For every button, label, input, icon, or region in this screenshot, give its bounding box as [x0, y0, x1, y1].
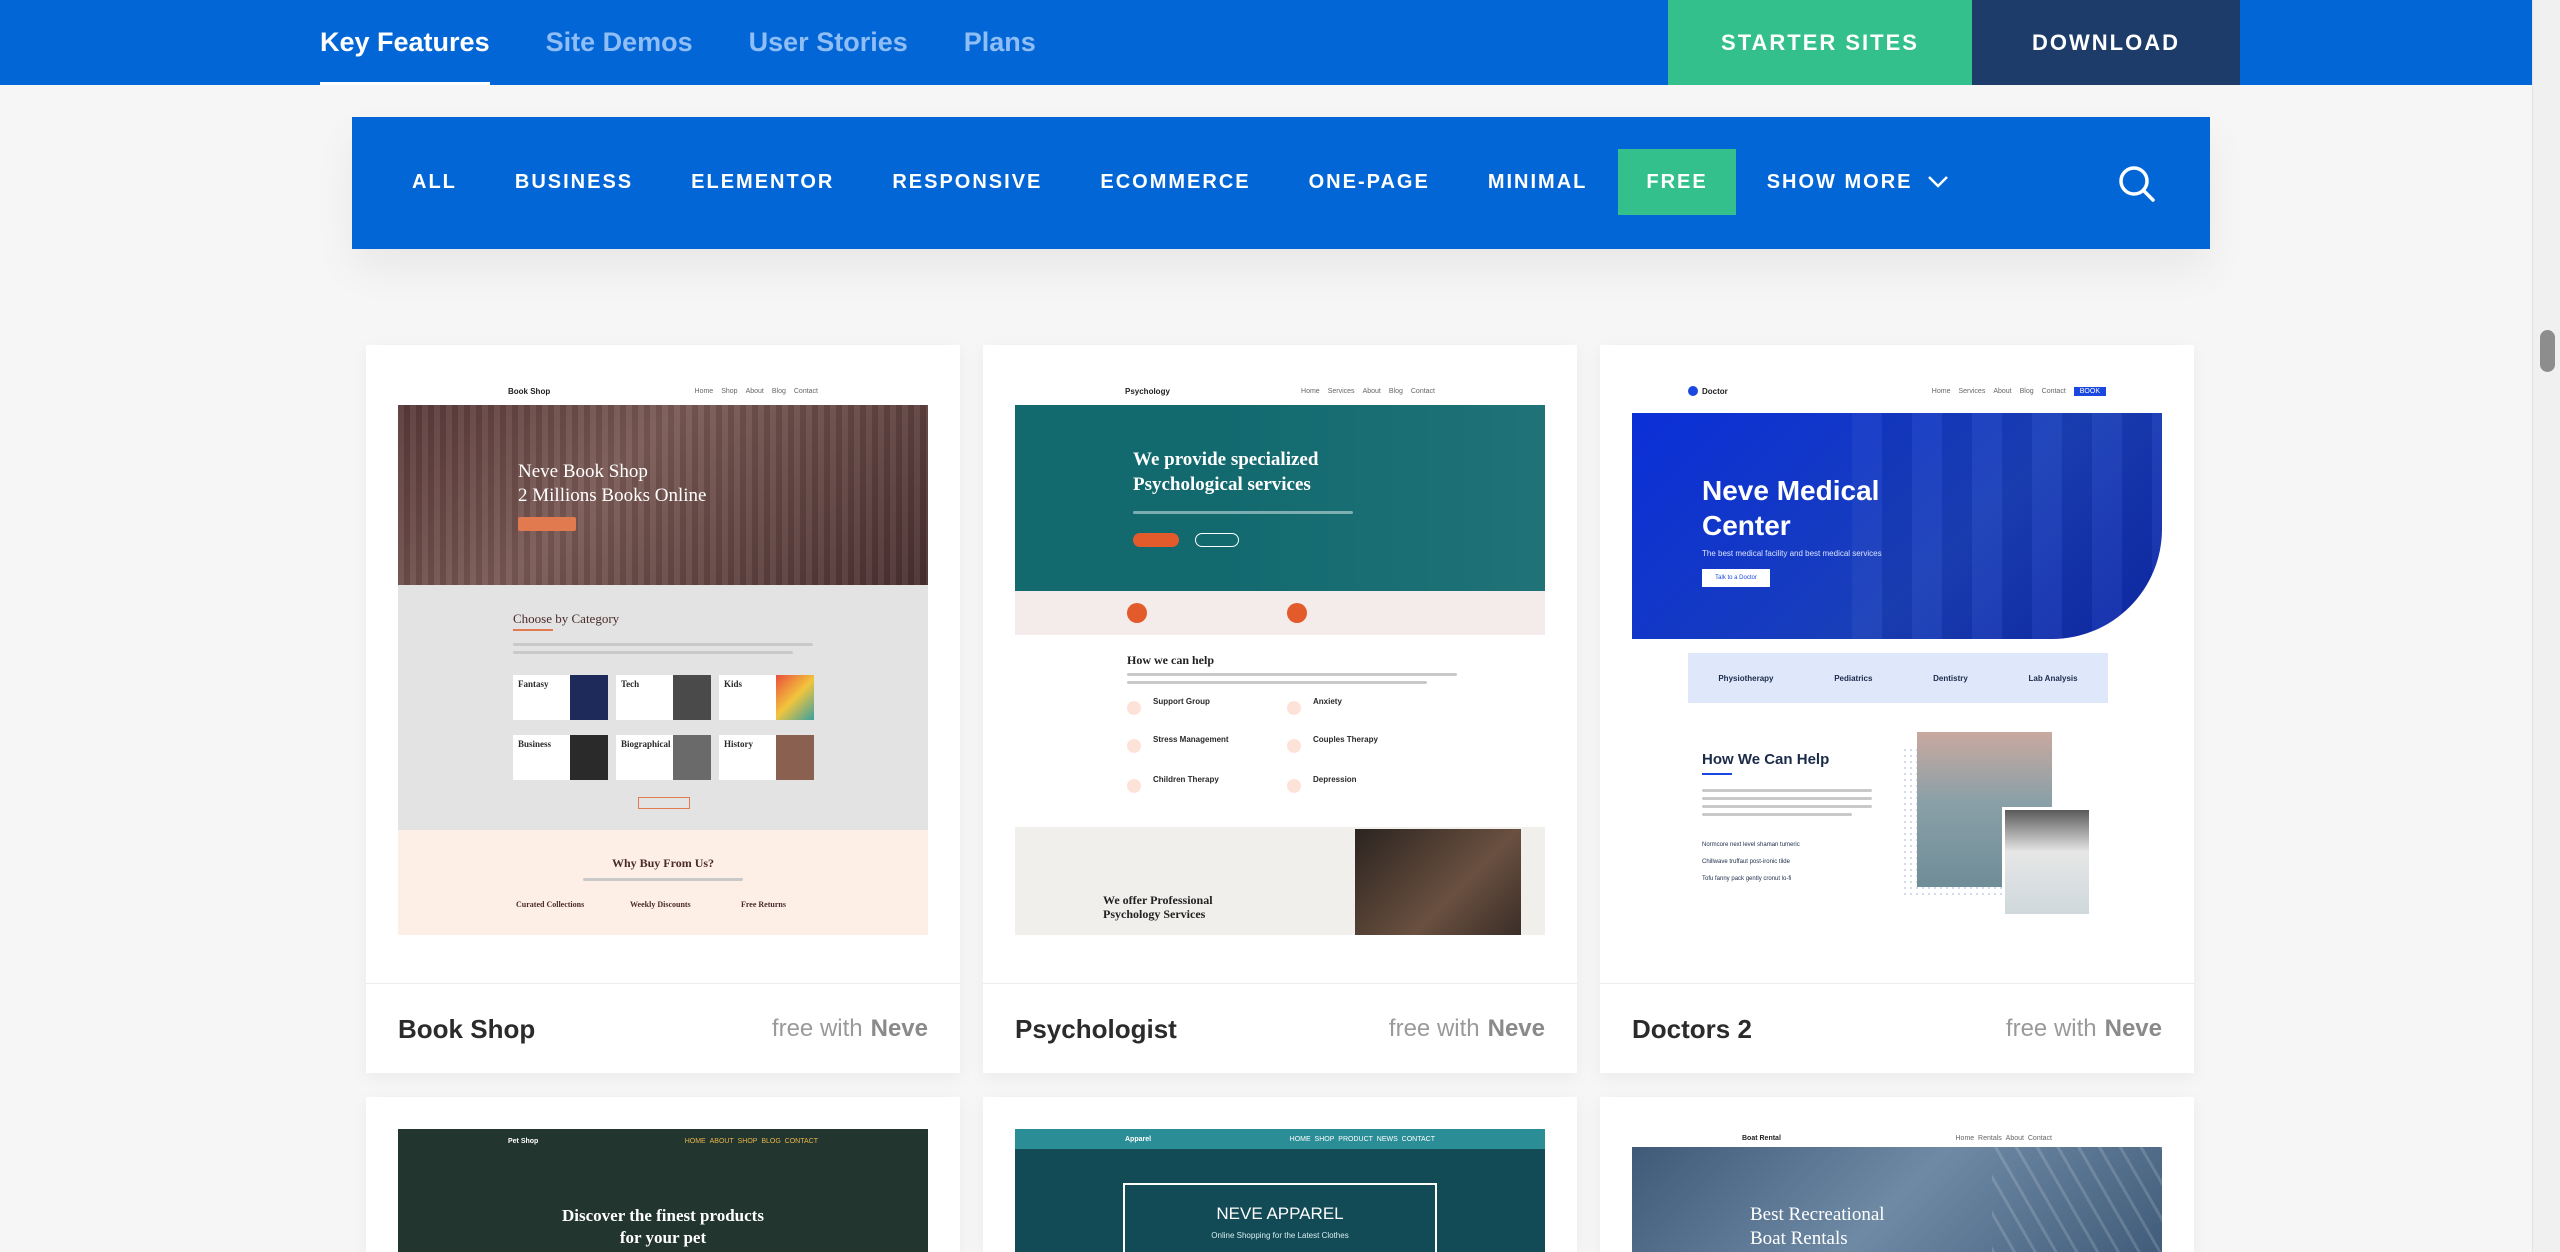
psych-help-title: How we can help [1127, 653, 1214, 667]
psych-hero-line1: We provide specialized [1133, 449, 1319, 470]
filter-responsive[interactable]: RESPONSIVE [863, 149, 1071, 215]
psych-photo [1355, 829, 1521, 935]
preview-logo: Book Shop [508, 386, 551, 396]
preview-logo: Apparel [1125, 1135, 1152, 1143]
filter-business[interactable]: BUSINESS [486, 149, 662, 215]
filter-ecommerce[interactable]: ECOMMERCE [1071, 149, 1279, 215]
download-button[interactable]: DOWNLOAD [1972, 0, 2240, 85]
site-price: free with Neve [2005, 1015, 2162, 1042]
site-card-psychologist[interactable]: Psychology Home Services About Blog Contact … [983, 345, 1577, 1073]
chevron-down-icon [1927, 176, 1948, 188]
doctor-hero-button: Talk to a Doctor [1702, 569, 1770, 587]
psych-offer-line1: We offer Professional [1103, 893, 1213, 907]
boat-hero-line2: Boat Rentals [1750, 1228, 1848, 1249]
top-navigation: Key Features Site Demos User Stories Pla… [0, 0, 2532, 85]
apparel-preview[interactable]: Apparel HOME SHOP PRODUCT NEWS CONTACT N… [1015, 1129, 1545, 1252]
psych-hero-line2: Psychological services [1133, 474, 1311, 495]
doctors-preview[interactable]: Doctor Home Services About Blog Contact BOOK … [1632, 377, 2162, 935]
apparel-hero-line2: Online Shopping for the Latest Clothes [1211, 1231, 1349, 1240]
doctor-hero-sub: The best medical facility and best medic… [1702, 549, 1882, 558]
preview-logo: Boat Rental [1742, 1134, 1781, 1142]
psych-hero: We provide specialized Psychological ser… [1015, 405, 1545, 591]
site-name[interactable]: Doctors 2 [1632, 984, 1752, 1074]
pet-hero-line2: for your pet [619, 1228, 707, 1247]
psych-offer-line2: Psychology Services [1103, 907, 1206, 921]
book-shop-hero: Neve Book Shop 2 Millions Books Online [398, 405, 928, 585]
book-hero-line2: 2 Millions Books Online [518, 485, 707, 506]
book-section-title: Choose by Category [513, 611, 620, 626]
site-name[interactable]: Book Shop [398, 984, 535, 1074]
site-price: free with Neve [771, 1015, 928, 1042]
site-card-apparel[interactable]: Apparel HOME SHOP PRODUCT NEWS CONTACT N… [983, 1097, 1577, 1252]
doctor-help-title: How We Can Help [1702, 751, 1830, 768]
book-shop-preview[interactable]: Book Shop Home Shop About Blog Contact Neve … [398, 377, 928, 935]
book-hero-line1: Neve Book Shop [518, 461, 648, 482]
nav-link-plans[interactable]: Plans [964, 0, 1036, 85]
preview-logo: Doctor [1702, 386, 1728, 396]
pet-hero-line1: Discover the finest products [562, 1206, 764, 1225]
site-card-pet-shop[interactable]: Pet Shop HOME ABOUT SHOP BLOG CONTACT Di… [366, 1097, 960, 1252]
preview-logo: Psychology [1125, 386, 1170, 396]
nav-link-key-features[interactable]: Key Features [320, 0, 490, 85]
filter-one-page[interactable]: ONE-PAGE [1280, 149, 1459, 215]
nav-link-user-stories[interactable]: User Stories [749, 0, 908, 85]
boat-rental-preview[interactable]: Boat Rental Home Rentals About Contact B… [1632, 1129, 2162, 1252]
category-filter-bar: ALL BUSINESS ELEMENTOR RESPONSIVE ECOMME… [352, 117, 2210, 249]
site-card-boat-rental[interactable]: Boat Rental Home Rentals About Contact B… [1600, 1097, 2194, 1252]
filter-list: ALL BUSINESS ELEMENTOR RESPONSIVE ECOMME… [352, 149, 1978, 215]
pet-shop-preview[interactable]: Pet Shop HOME ABOUT SHOP BLOG CONTACT Di… [398, 1129, 928, 1252]
site-card-book-shop[interactable]: Book Shop Home Shop About Blog Contact Neve … [366, 345, 960, 1073]
apparel-hero-line1: NEVE APPAREL [1216, 1204, 1344, 1223]
preview-logo: Pet Shop [508, 1137, 539, 1145]
search-icon[interactable] [2116, 163, 2156, 203]
site-card-doctors-2[interactable]: Doctor Home Services About Blog Contact BOOK … [1600, 345, 2194, 1073]
doctor-hero-line1: Neve Medical [1702, 475, 1880, 506]
filter-all[interactable]: ALL [352, 149, 486, 215]
boat-hero-line1: Best Recreational [1750, 1204, 1885, 1225]
scrollbar-thumb[interactable] [2540, 330, 2555, 372]
show-more-label: SHOW MORE [1766, 170, 1913, 193]
nav-link-site-demos[interactable]: Site Demos [546, 0, 693, 85]
doctor-hero: Neve Medical Center The best medical fac… [1632, 413, 2162, 639]
doctor-specialties: Physiotherapy Pediatrics Dentistry Lab A… [1688, 653, 2108, 703]
top-nav-links: Key Features Site Demos User Stories Pla… [320, 0, 1036, 85]
psychologist-preview[interactable]: Psychology Home Services About Blog Contact … [1015, 377, 1545, 935]
site-price: free with Neve [1388, 1015, 1545, 1042]
book-why-title: Why Buy From Us? [611, 856, 715, 870]
doctor-photo-2 [2002, 807, 2092, 917]
page-scrollbar[interactable] [2532, 0, 2560, 1252]
site-name[interactable]: Psychologist [1015, 984, 1177, 1074]
starter-sites-button[interactable]: STARTER SITES [1668, 0, 1972, 85]
doctor-logo-icon [1688, 386, 1698, 396]
filter-minimal[interactable]: MINIMAL [1459, 149, 1617, 215]
doctor-hero-line2: Center [1702, 510, 1791, 541]
filter-show-more[interactable]: SHOW MORE [1738, 149, 1978, 215]
filter-elementor[interactable]: ELEMENTOR [662, 149, 863, 215]
filter-free[interactable]: FREE [1618, 149, 1736, 215]
